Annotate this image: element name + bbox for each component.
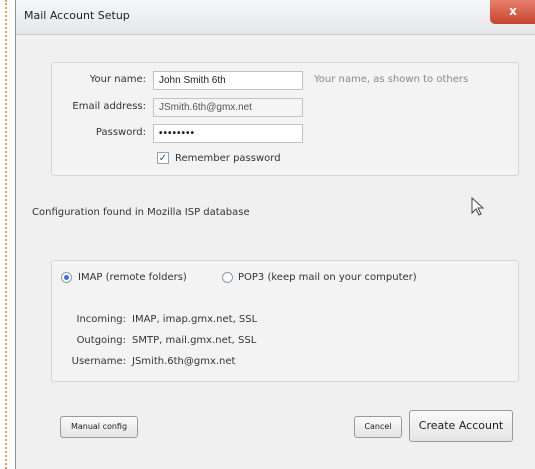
incoming-value: IMAP, imap.gmx.net, SSL bbox=[132, 314, 258, 325]
password-label: Password: bbox=[95, 127, 146, 138]
mail-account-setup-dialog: Mail Account Setup x Your name: Your nam… bbox=[15, 0, 535, 469]
create-account-label: Create Account bbox=[418, 419, 504, 432]
password-field[interactable] bbox=[153, 124, 303, 143]
title-bar[interactable]: Mail Account Setup x bbox=[16, 0, 535, 35]
pop3-radio[interactable] bbox=[222, 272, 233, 283]
email-field[interactable] bbox=[153, 98, 303, 117]
window-title: Mail Account Setup bbox=[24, 9, 130, 22]
manual-config-label: Manual config bbox=[70, 422, 128, 431]
check-icon: ✓ bbox=[158, 153, 168, 164]
email-label: Email address: bbox=[72, 101, 146, 112]
remember-password-checkbox[interactable]: ✓ bbox=[157, 152, 169, 164]
name-hint: Your name, as shown to others bbox=[314, 74, 469, 85]
pop3-label[interactable]: POP3 (keep mail on your computer) bbox=[238, 272, 417, 283]
cancel-label: Cancel bbox=[364, 422, 392, 431]
manual-config-button[interactable]: Manual config bbox=[60, 416, 138, 438]
mouse-pointer-icon bbox=[471, 197, 485, 216]
page-edge-dotted bbox=[5, 0, 7, 469]
close-icon: x bbox=[509, 4, 517, 18]
outgoing-value: SMTP, mail.gmx.net, SSL bbox=[132, 335, 257, 346]
name-field[interactable] bbox=[153, 71, 303, 90]
cancel-button[interactable]: Cancel bbox=[354, 416, 402, 438]
incoming-label: Incoming: bbox=[76, 314, 126, 325]
imap-radio[interactable] bbox=[61, 272, 72, 283]
outgoing-label: Outgoing: bbox=[76, 335, 126, 346]
close-button[interactable]: x bbox=[490, 0, 535, 24]
config-status-message: Configuration found in Mozilla ISP datab… bbox=[32, 207, 250, 218]
username-value: JSmith.6th@gmx.net bbox=[132, 356, 236, 367]
create-account-button[interactable]: Create Account bbox=[409, 410, 513, 442]
username-label: Username: bbox=[71, 356, 126, 367]
imap-label[interactable]: IMAP (remote folders) bbox=[78, 272, 187, 283]
remember-password-label[interactable]: Remember password bbox=[175, 153, 281, 164]
name-label: Your name: bbox=[89, 74, 146, 85]
